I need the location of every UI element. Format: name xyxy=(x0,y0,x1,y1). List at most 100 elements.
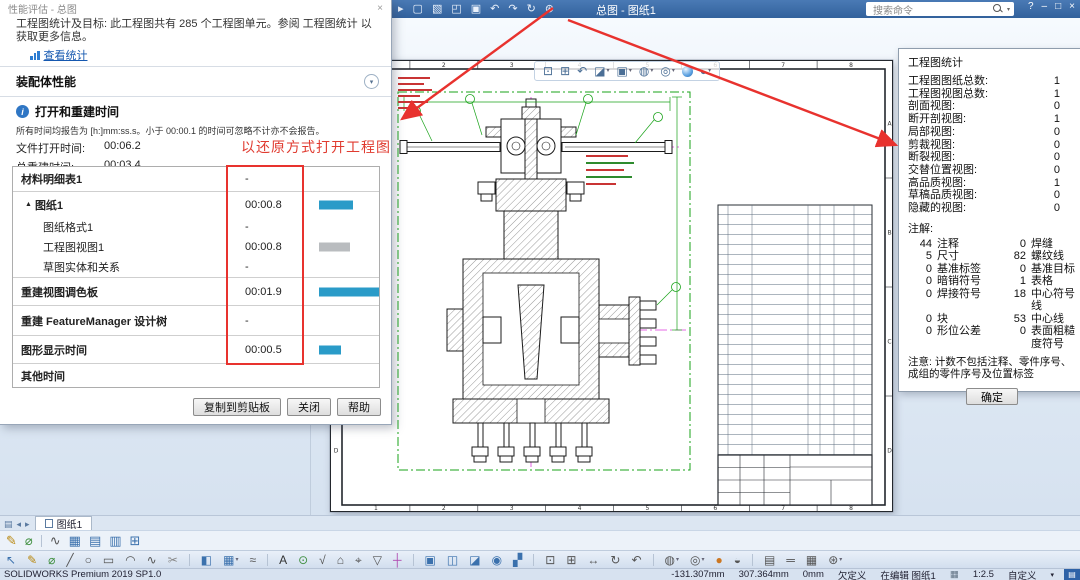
previous-view-icon[interactable]: ↶ xyxy=(631,554,641,566)
projected-view-icon[interactable]: ◫ xyxy=(447,554,458,566)
blocks-icon[interactable]: ⊞ xyxy=(130,534,141,547)
smart-dimension-icon[interactable]: ⌀ xyxy=(25,534,33,547)
sheet-properties-icon[interactable]: ▤ xyxy=(4,520,13,529)
view-statistics-link[interactable]: 查看统计 xyxy=(30,47,88,63)
perf-table-row[interactable]: 草图实体和关系- xyxy=(13,257,379,277)
view-settings-icon[interactable]: ◒▾ xyxy=(700,65,711,77)
trim-icon[interactable]: ✂ xyxy=(168,554,178,566)
tag-icon[interactable]: ▤ xyxy=(1064,569,1080,580)
hide-show-icon[interactable]: ◎▾ xyxy=(690,554,705,566)
open-file-icon[interactable]: ▧ xyxy=(432,4,442,15)
minimize-icon[interactable]: – xyxy=(1042,2,1048,12)
annotation-row: 0焊接符号18中心符号线 xyxy=(908,288,1080,313)
balloon-icon[interactable]: ⊙ xyxy=(298,554,308,566)
zoom-area-icon[interactable]: ⊞ xyxy=(566,554,576,566)
perf-table-row[interactable]: 工程图视图100:00.8 xyxy=(13,237,379,257)
general-table-icon[interactable]: ▦ xyxy=(69,534,81,547)
model-view-icon[interactable]: ▣ xyxy=(425,554,436,566)
previous-view-icon[interactable]: ↶ xyxy=(577,65,587,77)
detail-view-icon[interactable]: ◉ xyxy=(492,554,502,566)
restore-icon[interactable]: □ xyxy=(1055,2,1061,12)
zoom-fit-icon[interactable]: ⊡ xyxy=(545,554,555,566)
section-view-icon[interactable]: ◪▾ xyxy=(594,65,609,77)
save-icon[interactable]: ◰ xyxy=(451,4,461,15)
collapse-chevron-icon[interactable]: ▾ xyxy=(364,74,379,89)
sheet-tab[interactable]: 图纸1 xyxy=(35,516,93,530)
parts-list-table[interactable] xyxy=(718,205,872,455)
section-view-icon[interactable]: ◪ xyxy=(469,554,480,566)
geometric-tolerance-icon[interactable]: ⌖ xyxy=(355,554,362,566)
search-icon[interactable] xyxy=(993,4,1003,14)
scroll-left-icon[interactable]: ◂ xyxy=(17,520,22,529)
search-dropdown-icon[interactable]: ▾ xyxy=(1007,6,1010,13)
assembly-performance-section[interactable]: 装配体性能 ▾ xyxy=(0,69,391,94)
centerline-icon[interactable]: ┼ xyxy=(393,554,402,566)
undo-icon[interactable]: ↶ xyxy=(490,4,499,15)
rotate-view-icon[interactable]: ↻ xyxy=(610,554,620,566)
perf-table-row[interactable]: 图形显示时间00:00.5 xyxy=(13,335,379,363)
perf-table-row[interactable]: 图纸格式1- xyxy=(13,217,379,237)
help-icon[interactable]: ? xyxy=(1028,2,1034,12)
command-search-box[interactable]: 搜索命令 ▾ xyxy=(866,2,1014,16)
apply-scene-icon[interactable]: ◒ xyxy=(734,554,741,566)
close-icon[interactable]: × xyxy=(377,3,383,14)
perf-table-row[interactable]: 其他时间 xyxy=(13,363,379,387)
sketch-icon[interactable]: ✎ xyxy=(6,534,17,547)
sketch-icon[interactable]: ✎ xyxy=(27,554,37,566)
weld-symbol-icon[interactable]: ⌂ xyxy=(337,554,344,566)
arc-icon[interactable]: ◠ xyxy=(125,554,135,566)
status-item: 1:2.5 xyxy=(973,569,994,580)
spline-icon[interactable]: ∿ xyxy=(147,554,157,566)
spline-icon[interactable]: ∿ xyxy=(50,534,61,547)
edit-appearance-icon[interactable] xyxy=(682,66,693,77)
dropdown-caret-icon[interactable]: ▾ xyxy=(1050,571,1054,579)
bom-table-icon[interactable]: ▤ xyxy=(89,534,101,547)
perf-table-row[interactable]: ▲图纸100:00.8 xyxy=(13,191,379,217)
revision-table-icon[interactable]: ▥ xyxy=(109,534,121,547)
layer-icon[interactable]: ▤ xyxy=(764,554,775,566)
line-icon[interactable]: ╱ xyxy=(66,554,73,566)
break-view-icon[interactable]: ▞ xyxy=(513,554,522,566)
perf-table-row[interactable]: 重建 FeatureManager 设计树- xyxy=(13,305,379,335)
rebuild-icon[interactable]: ↻ xyxy=(527,4,536,15)
pan-icon[interactable]: ↔ xyxy=(587,554,599,566)
linear-pattern-icon[interactable]: ▦▾ xyxy=(223,554,238,566)
surface-finish-icon[interactable]: √ xyxy=(319,554,326,566)
datum-feature-icon[interactable]: ▽ xyxy=(373,554,382,566)
menu-arrow-icon[interactable]: ▸ xyxy=(398,4,404,15)
dialog-header[interactable]: 性能评估 - 总图 × xyxy=(0,0,391,17)
zoom-area-icon[interactable]: ⊞ xyxy=(560,65,570,77)
redo-icon[interactable]: ↷ xyxy=(508,4,517,15)
scroll-right-icon[interactable]: ▸ xyxy=(25,520,30,529)
stats-value: 1 xyxy=(1054,177,1060,190)
display-style-icon[interactable]: ◍▾ xyxy=(665,554,680,566)
ok-button[interactable]: 确定 xyxy=(966,388,1018,405)
perf-table-row[interactable]: 重建视图调色板00:01.9 xyxy=(13,277,379,305)
smart-dimension-icon[interactable]: ⌀ xyxy=(48,554,55,566)
select-icon[interactable]: ↖ xyxy=(6,554,16,566)
mirror-icon[interactable]: ◧ xyxy=(201,554,212,566)
options-icon[interactable]: ⊛ xyxy=(545,4,554,15)
rebuild-time-table[interactable]: 材料明细表1-▲图纸100:00.8图纸格式1-工程图视图100:00.8草图实… xyxy=(12,166,380,388)
offset-icon[interactable]: ≈ xyxy=(250,554,257,566)
copy-to-clipboard-button[interactable]: 复制到剪贴板 xyxy=(193,398,281,416)
close-icon[interactable]: × xyxy=(1069,2,1075,12)
hide-show-items-icon[interactable]: ◎▾ xyxy=(660,65,675,77)
drawing-sheet[interactable]: 1122334455667788 AABBCCDD xyxy=(320,55,900,515)
note-icon[interactable]: A xyxy=(279,554,287,566)
zoom-fit-icon[interactable]: ⊡ xyxy=(543,65,553,77)
close-button[interactable]: 关闭 xyxy=(287,398,331,416)
line-format-icon[interactable]: ═ xyxy=(786,554,795,566)
grid-snap-icon[interactable]: ▦ xyxy=(806,554,817,566)
rectangle-icon[interactable]: ▭ xyxy=(103,554,114,566)
view-orientation-icon[interactable]: ▣▾ xyxy=(617,65,632,77)
new-file-icon[interactable]: ▢ xyxy=(413,4,423,15)
print-icon[interactable]: ▣ xyxy=(471,4,481,15)
circle-icon[interactable]: ○ xyxy=(85,554,92,566)
display-style-icon[interactable]: ◍▾ xyxy=(639,65,654,77)
expand-icon[interactable]: ▲ xyxy=(25,201,32,208)
perf-table-row[interactable]: 材料明细表1- xyxy=(13,167,379,191)
options-icon[interactable]: ⊛▾ xyxy=(828,554,842,566)
edit-appearance-icon[interactable]: ● xyxy=(716,554,723,566)
help-button[interactable]: 帮助 xyxy=(337,398,381,416)
